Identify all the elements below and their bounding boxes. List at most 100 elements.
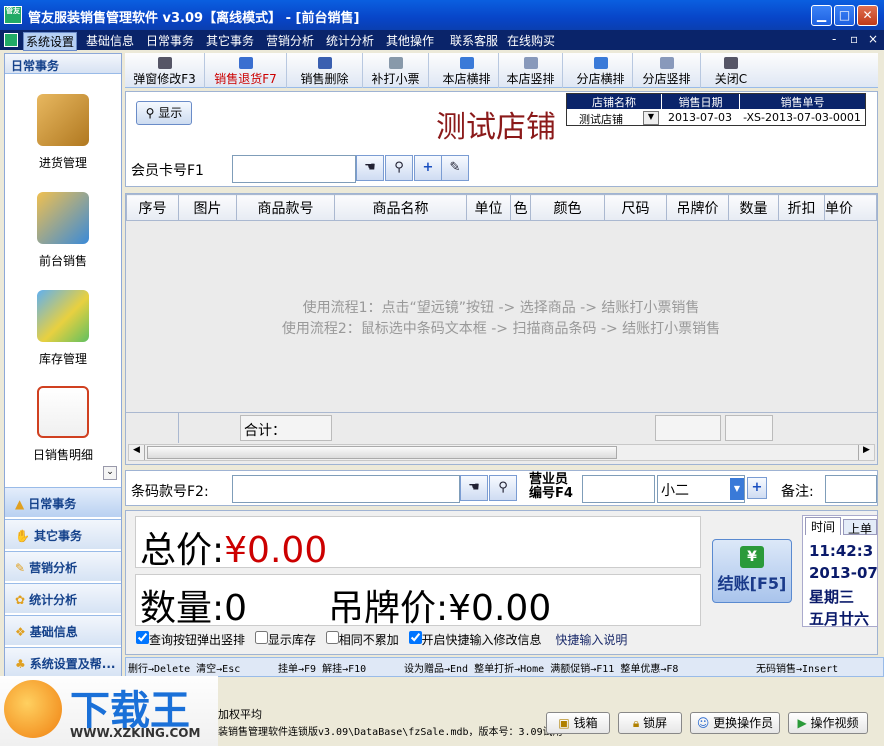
usage-hint-1: 使用流程1：点击“望远镜”按钮 -> 选择商品 -> 结账打小票销售 [302,300,700,316]
sidebar-item-inventory[interactable]: 库存管理 [5,290,121,367]
toolbar-label: 本店横排 [442,72,491,86]
column-header[interactable]: 颜色 [530,194,605,221]
operator-icon: ☺ [696,716,710,730]
branch-horizontal-button[interactable]: 分店横排 [569,53,633,88]
return-button[interactable]: 销售退货F7 [205,53,287,88]
info-date-value: 2013-07-03 [668,111,732,124]
column-header[interactable]: 商品款号 [236,194,335,221]
menu-daily[interactable]: 日常事务 [144,32,196,49]
group-icon: ✎ [15,561,26,575]
group-basic-info[interactable]: ❖ 基础信息 [5,615,121,645]
binoculars-search-icon[interactable]: ⚲ [489,475,517,501]
group-marketing[interactable]: ✎ 营销分析 [5,551,121,581]
add-member-icon[interactable]: + [414,155,442,181]
delete-sale-button[interactable]: 销售删除 [287,53,363,88]
note-input[interactable] [825,475,877,503]
hand-icon[interactable]: ☚ [356,155,384,181]
sidebar-scroll-down-icon[interactable]: ⌄ [103,466,117,480]
sidebar-item-daily-detail[interactable]: 日销售明细 [5,386,121,463]
group-other-affairs[interactable]: ✋ 其它事务 [5,519,121,549]
column-header[interactable]: 单位 [466,194,511,221]
menu-other-affairs[interactable]: 其它事务 [204,32,256,49]
maximize-button[interactable]: □ [834,5,855,26]
group-daily[interactable]: ▲ 日常事务 [5,487,121,517]
sidebar-item-label: 前台销售 [38,254,87,268]
switch-operator-button[interactable]: ☺ 更换操作员 [690,712,780,734]
lock-screen-button[interactable]: 🔒︎ 锁屏 [618,712,682,734]
scroll-right-icon[interactable]: ▶ [858,445,874,460]
option-checkbox[interactable] [136,631,149,644]
checkout-button[interactable]: ¥ 结账[F5] [712,539,792,603]
group-system-help[interactable]: ♣ 系统设置及帮... [5,647,121,677]
cash-icon: ¥ [740,546,764,568]
column-header[interactable]: 吊牌价 [666,194,729,221]
column-header[interactable]: 折扣 [778,194,825,221]
sidebar-item-purchase[interactable]: 进货管理 [5,94,121,171]
hand-icon[interactable]: ☚ [460,475,488,501]
vertical-icon [523,57,538,69]
column-header[interactable]: 商品名称 [334,194,467,221]
menu-basic-info[interactable]: 基础信息 [84,32,136,49]
dropdown-arrow-icon: ▼ [730,478,744,500]
total-price-label: 总价 [140,530,213,571]
toolbar-label: 分店横排 [576,72,625,86]
option-show-stock[interactable]: 显示库存 [254,631,316,647]
menu-buy-online[interactable]: 在线购买 [505,32,557,49]
popup-edit-button[interactable]: 弹窗修改F3 [125,53,205,88]
mdi-close-button[interactable]: × [866,32,880,46]
tab-last-order[interactable]: 上单 [843,519,877,536]
column-header[interactable]: 尺码 [604,194,667,221]
salesperson-code-input[interactable] [582,475,655,503]
option-checkbox[interactable] [325,631,339,644]
salesperson-label-1: 营业员 [529,472,569,487]
close-form-button[interactable]: 关闭C [705,53,757,88]
member-card-input[interactable] [232,155,356,183]
option-checkbox[interactable] [254,631,268,644]
column-header[interactable]: 序号 [126,194,179,221]
cash-drawer-button[interactable]: ▣ 钱箱 [546,712,610,734]
total-price-box: 总价:¥0.00 [135,516,701,571]
sidebar-item-front-sales[interactable]: 前台销售 [5,192,121,269]
menu-other-ops[interactable]: 其他操作 [384,32,436,49]
store-horizontal-button[interactable]: 本店横排 [435,53,499,88]
vertical-icon [659,57,674,69]
column-header[interactable]: 单价 [824,194,877,221]
show-button[interactable]: ⚲ 显示 [136,101,192,125]
store-select[interactable]: 测试店铺 ▼ [579,111,659,126]
binoculars-search-icon[interactable]: ⚲ [385,155,413,181]
dropdown-arrow-icon: ▼ [643,111,659,125]
salesperson-select[interactable]: 小二 ▼ [657,475,745,503]
close-button[interactable]: ✕ [857,5,878,26]
window-title: 管友服装销售管理软件 v3.09【离线模式】 - [前台销售] [28,11,360,26]
scroll-thumb[interactable] [147,446,617,459]
menu-system-settings[interactable]: 系统设置 [23,32,78,51]
menu-support[interactable]: 联系客服 [448,32,500,49]
quick-help-link[interactable]: 快捷输入说明 [555,633,627,647]
tutorial-video-button[interactable]: ▶ 操作视频 [788,712,868,734]
add-salesperson-icon[interactable]: + [747,477,767,499]
horizontal-scrollbar[interactable]: ◀ ▶ [128,444,875,461]
tab-time[interactable]: 时间 [805,517,841,535]
menu-marketing[interactable]: 营销分析 [264,32,316,49]
header-panel: ⚲ 显示 测试店铺 店铺名称 销售日期 销售单号 测试店铺 ▼ 2013-07-0… [125,91,878,187]
barcode-input[interactable] [232,475,460,503]
column-header[interactable]: 色 [510,194,531,221]
group-statistics[interactable]: ✿ 统计分析 [5,583,121,613]
minimize-button[interactable]: ▁ [811,5,832,26]
option-quick-input[interactable]: 开启快捷输入修改信息 [408,631,542,647]
reprint-button[interactable]: 补打小票 [363,53,429,88]
column-header[interactable]: 数量 [728,194,779,221]
store-vertical-button[interactable]: 本店竖排 [499,53,563,88]
branch-vertical-button[interactable]: 分店竖排 [633,53,701,88]
mdi-restore-button[interactable]: ▫ [848,32,860,46]
scroll-left-icon[interactable]: ◀ [129,445,145,460]
menu-statistics[interactable]: 统计分析 [324,32,376,49]
clock-weekday: 星期三 [809,588,855,606]
info-header-store: 店铺名称 [592,96,636,109]
edit-member-icon[interactable]: ✎ [441,155,469,181]
option-checkbox[interactable] [408,631,422,644]
option-popup-vertical[interactable]: 查询按钮弹出竖排 [136,631,245,647]
column-header[interactable]: 图片 [178,194,237,221]
mdi-minimize-button[interactable]: - [830,32,838,46]
option-no-accumulate[interactable]: 相同不累加 [325,631,399,647]
